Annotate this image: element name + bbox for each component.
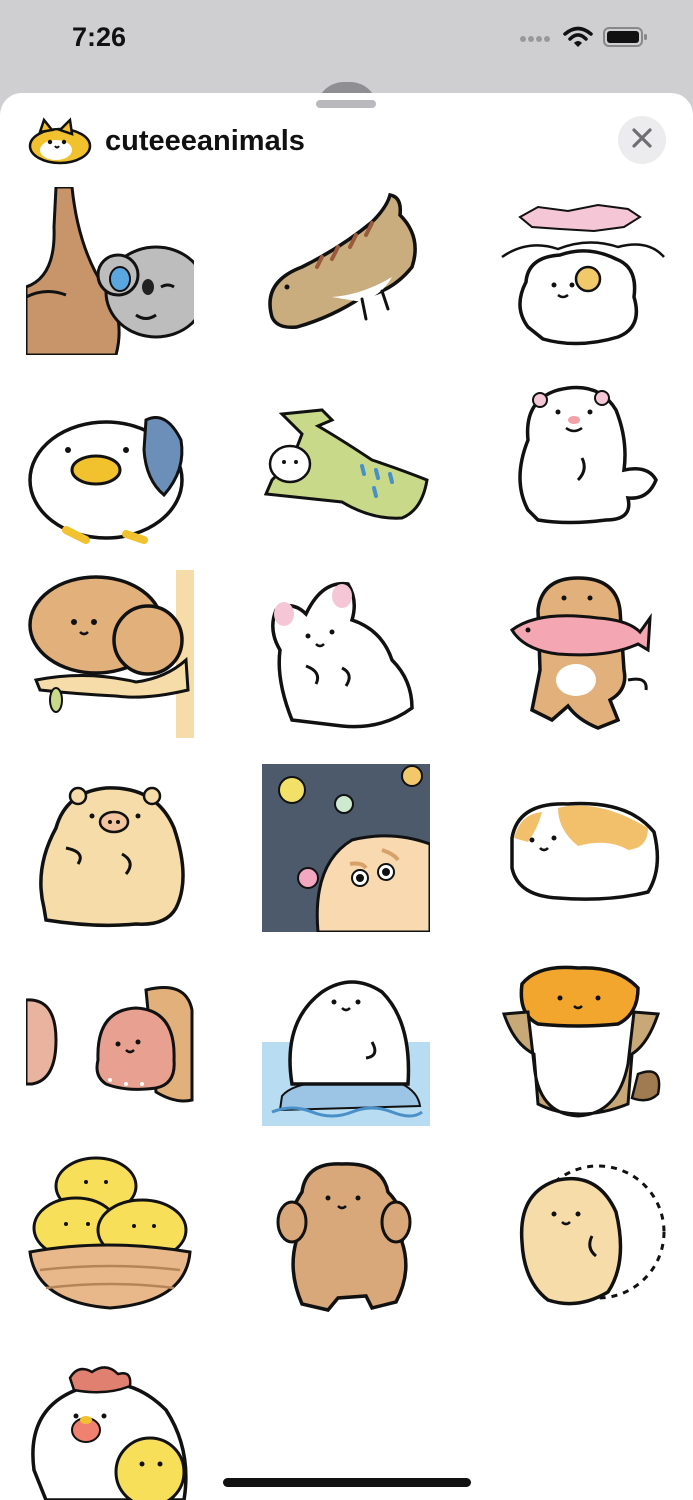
octopus-sticker[interactable] [26,980,194,1148]
raccoon-in-bag-sticker[interactable] [498,964,666,1132]
poodle-sticker[interactable] [262,1152,430,1320]
duck-with-fish-sticker[interactable] [26,400,194,568]
brown-bear-on-branch-sticker[interactable] [26,570,194,738]
polar-bear-sticker[interactable] [498,380,666,548]
crocodile-with-bird-sticker[interactable] [262,400,430,568]
pig-sticker[interactable] [26,778,194,946]
lizard-sticker[interactable] [262,187,430,355]
otter-with-fish-sticker[interactable] [498,570,666,738]
hedgehog-sticker[interactable] [498,1152,666,1320]
koala-on-tree-sticker[interactable] [26,187,194,355]
sticker-grid [0,0,693,1500]
sheep-sticker[interactable] [498,187,666,355]
rabbit-sticker[interactable] [262,570,430,738]
seal-on-ice-sticker[interactable] [262,972,430,1140]
chicks-in-basket-sticker[interactable] [26,1152,194,1320]
guinea-pig-sticker[interactable] [498,778,666,946]
hen-with-chick-sticker[interactable] [26,1360,194,1500]
hamster-bubbles-sticker[interactable] [262,764,430,932]
home-indicator[interactable] [223,1478,471,1487]
